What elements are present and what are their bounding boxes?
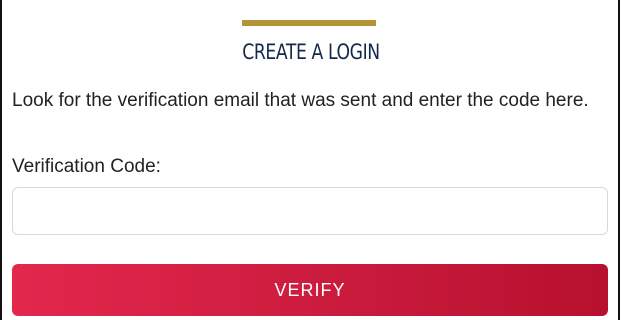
verification-code-input[interactable] — [12, 187, 608, 235]
instructions-text: Look for the verification email that was… — [12, 90, 589, 111]
verification-code-label: Verification Code: — [12, 156, 161, 177]
login-form-panel: CREATE A LOGIN Look for the verification… — [0, 0, 620, 320]
verify-button[interactable]: VERIFY — [12, 264, 608, 316]
title-accent-bar — [242, 20, 376, 26]
page-title: CREATE A LOGIN — [242, 40, 380, 64]
